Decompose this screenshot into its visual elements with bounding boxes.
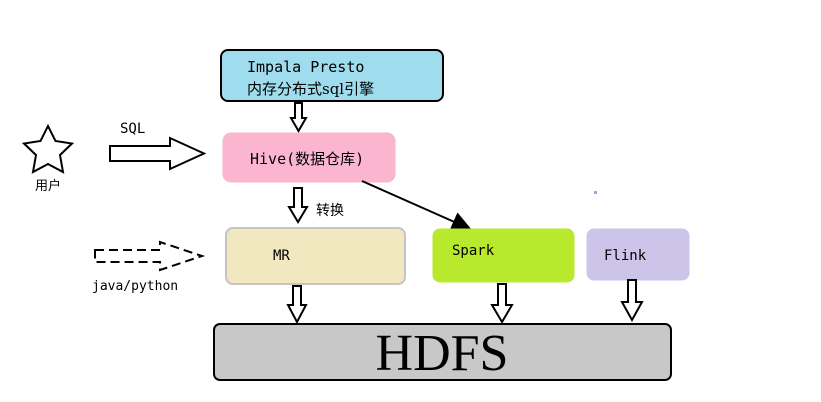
impala-to-hive-arrow xyxy=(289,102,308,134)
flink-to-hdfs-arrow xyxy=(620,279,644,323)
impala-line2: 内存分布式sql引擎 xyxy=(247,80,374,98)
hive-to-mr-arrow xyxy=(287,187,309,224)
spark-label: Spark xyxy=(452,243,495,259)
hdfs-label: HDFS xyxy=(376,325,509,382)
sql-arrow xyxy=(109,136,207,171)
user-actor: 用户 xyxy=(21,123,75,194)
sql-label: SQL xyxy=(120,121,145,137)
flink-node: Flink xyxy=(586,228,690,281)
hive-node: Hive(数据仓库) xyxy=(222,132,396,183)
flink-label: Flink xyxy=(604,248,647,264)
impala-presto-node: Impala Presto 内存分布式sql引擎 xyxy=(220,49,444,102)
architecture-diagram: Impala Presto 内存分布式sql引擎 Hive(数据仓库) 用户 S… xyxy=(21,49,690,382)
stray-dot xyxy=(594,191,597,194)
hive-to-spark-arrow xyxy=(361,180,472,231)
java-python-arrow xyxy=(94,240,206,272)
user-label: 用户 xyxy=(35,178,61,194)
mr-to-hdfs-arrow xyxy=(286,285,308,325)
mr-label: MR xyxy=(273,248,290,264)
spark-node: Spark xyxy=(432,228,575,283)
spark-to-hdfs-arrow xyxy=(490,283,514,324)
hdfs-node: HDFS xyxy=(213,323,672,382)
star-icon xyxy=(21,123,75,174)
impala-line1: Impala Presto xyxy=(247,58,364,76)
java-python-label: java/python xyxy=(92,279,178,294)
convert-label: 转换 xyxy=(316,202,344,219)
mr-node: MR xyxy=(225,227,406,285)
hive-label: Hive(数据仓库) xyxy=(250,150,364,168)
